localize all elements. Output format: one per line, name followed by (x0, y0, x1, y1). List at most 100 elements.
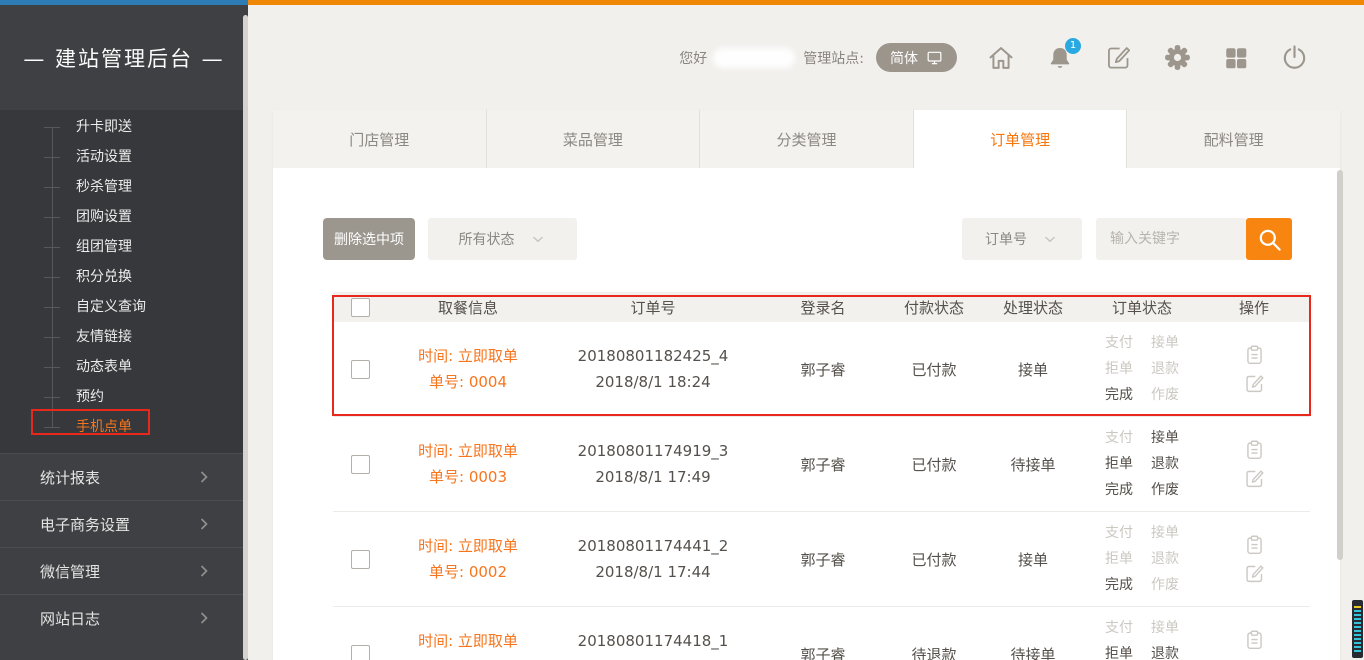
table-body: 时间: 立即取单 单号: 0004 20180801182425_4 2018/… (333, 322, 1310, 660)
clipboard-icon[interactable] (1244, 439, 1265, 461)
order-state-action: 退款 (1151, 356, 1179, 382)
sidebar-submenu-item[interactable]: 活动设置 (0, 142, 248, 172)
order-datetime: 2018/8/1 17:49 (595, 464, 710, 490)
row-checkbox[interactable] (351, 360, 370, 379)
table-row: 时间: 立即取单 单号: 0003 20180801174919_3 2018/… (333, 417, 1310, 512)
row-operations (1198, 534, 1310, 584)
order-state-action: 作废 (1151, 382, 1179, 408)
edit-icon[interactable] (1244, 468, 1265, 489)
sidebar-section-item[interactable]: 电子商务设置 (0, 500, 248, 547)
power-icon[interactable] (1281, 44, 1308, 71)
tab-label: 门店管理 (349, 129, 409, 150)
chevron-right-icon (194, 467, 214, 487)
pickup-time: 时间: 立即取单 (418, 533, 518, 559)
order-state-actions: 支付接单拒单退款完成作废 (1105, 330, 1179, 408)
pay-status: 已付款 (888, 454, 980, 475)
row-operations (1198, 344, 1310, 394)
sidebar-sections: 统计报表 电子商务设置 微信管理 网站日志 (0, 453, 248, 641)
minimap-widget (1352, 600, 1363, 658)
sidebar-section-item[interactable]: 网站日志 (0, 594, 248, 641)
sidebar-scrollbar[interactable] (243, 15, 248, 660)
page-scrollbar-thumb[interactable] (1337, 170, 1343, 560)
delete-selected-button[interactable]: 删除选中项 (323, 218, 415, 260)
tab-3[interactable]: 分类管理 (700, 110, 914, 168)
sidebar-submenu-item[interactable]: 自定义查询 (0, 292, 248, 322)
column-header: 取餐信息 (388, 297, 548, 318)
keyword-input[interactable] (1096, 218, 1246, 260)
sidebar-submenu-item[interactable]: 手机点单 (0, 412, 248, 442)
submenu-label: 升卡即送 (76, 119, 132, 135)
order-state-action[interactable]: 完成 (1105, 572, 1133, 598)
app-title: — 建站管理后台 — (0, 5, 248, 110)
row-operations (1198, 629, 1310, 660)
order-state-action[interactable]: 拒单 (1105, 451, 1133, 477)
column-header: 订单状态 (1086, 297, 1198, 318)
tab-5[interactable]: 配料管理 (1127, 110, 1340, 168)
order-state-actions: 支付接单拒单退款完成作废 (1105, 615, 1179, 660)
order-state-action: 拒单 (1105, 546, 1133, 572)
edit-icon[interactable] (1105, 44, 1132, 71)
sidebar-submenu-list: 升卡即送活动设置秒杀管理团购设置组团管理积分兑换自定义查询友情链接动态表单预约手… (0, 110, 248, 453)
row-checkbox[interactable] (351, 645, 370, 660)
sidebar-section-item[interactable]: 统计报表 (0, 453, 248, 500)
select-all-checkbox[interactable] (351, 298, 370, 317)
login-name: 郭子睿 (758, 359, 888, 380)
sidebar-submenu-item[interactable]: 积分兑换 (0, 262, 248, 292)
edit-icon[interactable] (1244, 563, 1265, 584)
order-state-action[interactable]: 拒单 (1105, 641, 1133, 660)
sidebar-submenu-item[interactable]: 动态表单 (0, 352, 248, 382)
table-row: 时间: 立即取单 单号: 0004 20180801182425_4 2018/… (333, 322, 1310, 417)
home-icon[interactable] (987, 44, 1015, 72)
order-state-action[interactable]: 完成 (1105, 382, 1133, 408)
chevron-right-icon (194, 608, 214, 628)
language-button[interactable]: 简体 (876, 43, 957, 72)
sidebar-submenu-item[interactable]: 团购设置 (0, 202, 248, 232)
row-checkbox[interactable] (351, 455, 370, 474)
tab-4[interactable]: 订单管理 (914, 110, 1128, 168)
search-button[interactable] (1246, 218, 1292, 260)
sidebar-submenu-item[interactable]: 升卡即送 (0, 112, 248, 142)
apps-grid-icon[interactable] (1223, 45, 1249, 71)
sidebar-submenu-item[interactable]: 秒杀管理 (0, 172, 248, 202)
clipboard-icon[interactable] (1244, 534, 1265, 556)
sidebar-submenu-item[interactable]: 预约 (0, 382, 248, 412)
order-state-action[interactable]: 退款 (1151, 451, 1179, 477)
tab-1[interactable]: 门店管理 (273, 110, 487, 168)
tab-label: 配料管理 (1204, 129, 1264, 150)
status-filter-dropdown[interactable]: 所有状态 (428, 218, 577, 260)
table-row: 时间: 立即取单 单号: 0002 20180801174441_2 2018/… (333, 512, 1310, 607)
submenu-label: 活动设置 (76, 149, 132, 165)
edit-icon[interactable] (1244, 373, 1265, 394)
clipboard-icon[interactable] (1244, 629, 1265, 651)
submenu-label: 预约 (76, 389, 104, 405)
admin-page: — 建站管理后台 — 升卡即送活动设置秒杀管理团购设置组团管理积分兑换自定义查询… (0, 0, 1364, 660)
submenu-label: 团购设置 (76, 209, 132, 225)
row-operations (1198, 439, 1310, 489)
tab-2[interactable]: 菜品管理 (487, 110, 701, 168)
order-state-action[interactable]: 作废 (1151, 477, 1179, 503)
row-checkbox[interactable] (351, 550, 370, 569)
sidebar-submenu-item[interactable]: 友情链接 (0, 322, 248, 352)
notifications-bell-icon[interactable]: 1 (1047, 44, 1073, 72)
chevron-right-icon (194, 514, 214, 534)
settings-gear-icon[interactable] (1164, 44, 1191, 71)
sidebar-submenu-item[interactable]: 组团管理 (0, 232, 248, 262)
order-state-action[interactable]: 完成 (1105, 477, 1133, 503)
order-number: 20180801174441_2 (578, 533, 729, 559)
process-status: 接单 (980, 549, 1086, 570)
search-type-dropdown[interactable]: 订单号 (962, 218, 1082, 260)
order-state-action[interactable]: 退款 (1151, 641, 1179, 660)
clipboard-icon[interactable] (1244, 344, 1265, 366)
toolbar: 删除选中项 所有状态 订单号 (273, 218, 1340, 262)
order-datetime: 2018/8/1 18:24 (595, 369, 710, 395)
pickup-number: 单号: 0003 (429, 464, 507, 490)
tab-label: 订单管理 (990, 129, 1050, 150)
section-label: 网站日志 (40, 608, 100, 629)
order-state-action: 支付 (1105, 520, 1133, 546)
header-icon-group: 1 (987, 44, 1308, 72)
table-header-row: 取餐信息 订单号 登录名 付款状态 处理状态 订单状态 操作 (333, 292, 1310, 322)
section-label: 微信管理 (40, 561, 100, 582)
tab-bar: 门店管理 菜品管理分类管理 订单管理 配料管理 (273, 110, 1340, 168)
sidebar-section-item[interactable]: 微信管理 (0, 547, 248, 594)
order-state-action[interactable]: 接单 (1151, 425, 1179, 451)
